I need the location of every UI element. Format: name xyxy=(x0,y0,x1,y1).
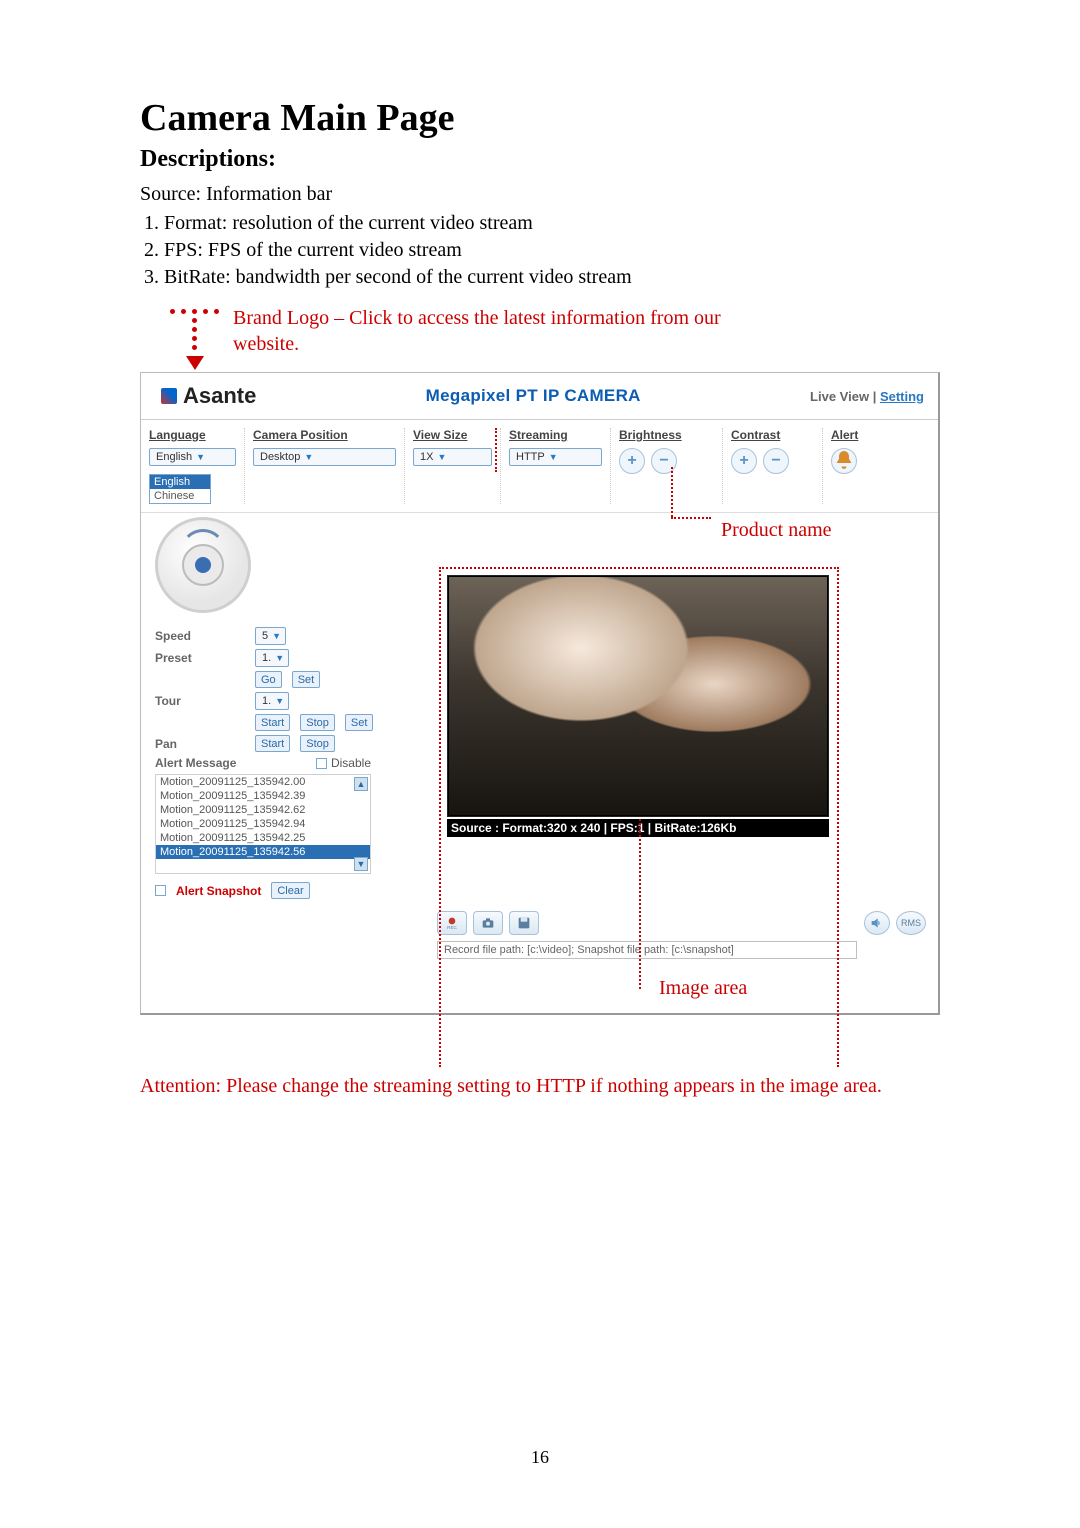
record-button[interactable]: REC xyxy=(437,911,467,935)
pan-label: Pan xyxy=(155,737,245,751)
video-preview xyxy=(447,575,829,817)
preset-label: Preset xyxy=(155,651,245,665)
attention-note: Attention: Please change the streaming s… xyxy=(140,1075,940,1098)
brand-name: Asante xyxy=(183,383,256,409)
alert-list[interactable]: Motion_20091125_135942.00 Motion_2009112… xyxy=(155,774,371,874)
brand-logo[interactable]: Asante xyxy=(161,383,256,409)
language-select[interactable]: English ▼ xyxy=(149,448,236,466)
chevron-down-icon: ▼ xyxy=(275,653,284,663)
alert-message-label: Alert Message xyxy=(155,756,236,770)
brightness-label: Brightness xyxy=(619,428,714,442)
tour-label: Tour xyxy=(155,694,245,708)
list-item[interactable]: Motion_20091125_135942.00 xyxy=(156,775,370,789)
scroll-up-icon[interactable]: ▲ xyxy=(354,777,368,791)
leader-line-icon xyxy=(639,819,641,989)
source-info-bar: Source : Format:320 x 240 | FPS:1 | BitR… xyxy=(447,819,829,837)
list-item: BitRate: bandwidth per second of the cur… xyxy=(164,264,940,291)
nav-setting[interactable]: Setting xyxy=(880,389,924,404)
app-frame: Asante Megapixel PT IP CAMERA Live View … xyxy=(140,372,940,1015)
callout-product-name: Product name xyxy=(721,519,832,542)
contrast-label: Contrast xyxy=(731,428,814,442)
chevron-down-icon: ▼ xyxy=(275,696,284,706)
tour-select[interactable]: 1. ▼ xyxy=(255,692,289,710)
tour-stop-button[interactable]: Stop xyxy=(300,714,335,731)
preset-set-button[interactable]: Set xyxy=(292,671,321,688)
list-item[interactable]: Motion_20091125_135942.25 xyxy=(156,831,370,845)
snapshot-button[interactable] xyxy=(473,911,503,935)
svg-text:REC: REC xyxy=(447,925,457,930)
speaker-icon xyxy=(869,915,885,931)
ptz-dial[interactable] xyxy=(155,517,251,613)
brightness-plus-button[interactable]: + xyxy=(619,448,645,474)
chevron-down-icon: ▼ xyxy=(196,452,205,462)
streaming-select[interactable]: HTTP ▼ xyxy=(509,448,602,466)
camera-position-label: Camera Position xyxy=(253,428,396,442)
streaming-label: Streaming xyxy=(509,428,602,442)
arrow-down-icon xyxy=(186,356,204,370)
view-size-select[interactable]: 1X ▼ xyxy=(413,448,492,466)
pan-start-button[interactable]: Start xyxy=(255,735,290,752)
list-item[interactable]: Motion_20091125_135942.39 xyxy=(156,789,370,803)
bell-icon xyxy=(832,449,856,473)
leader-line-icon xyxy=(671,467,673,517)
logo-note: Brand Logo – Click to access the latest … xyxy=(233,305,773,357)
contrast-minus-button[interactable]: − xyxy=(763,448,789,474)
rms-button[interactable]: RMS xyxy=(896,911,926,935)
camera-icon xyxy=(480,915,496,931)
chevron-down-icon: ▼ xyxy=(304,452,313,462)
path-button[interactable] xyxy=(509,911,539,935)
list-item[interactable]: Motion_20091125_135942.62 xyxy=(156,803,370,817)
image-area-frame: Source : Format:320 x 240 | FPS:1 | BitR… xyxy=(439,567,839,837)
page-number: 16 xyxy=(531,1447,549,1468)
pan-stop-button[interactable]: Stop xyxy=(300,735,335,752)
nav: Live View | Setting xyxy=(810,389,924,404)
language-option-chinese[interactable]: Chinese xyxy=(150,489,210,503)
leader-line-icon xyxy=(495,428,497,472)
nav-live-view[interactable]: Live View xyxy=(810,389,869,404)
camera-position-select[interactable]: Desktop ▼ xyxy=(253,448,396,466)
preset-select[interactable]: 1. ▼ xyxy=(255,649,289,667)
chevron-down-icon: ▼ xyxy=(437,452,446,462)
callout-image-area: Image area xyxy=(659,977,747,1000)
chevron-down-icon: ▼ xyxy=(549,452,558,462)
clear-button[interactable]: Clear xyxy=(271,882,309,899)
chevron-down-icon: ▼ xyxy=(272,631,281,641)
list-item-selected[interactable]: Motion_20091125_135942.56 xyxy=(156,845,370,859)
disable-checkbox[interactable] xyxy=(316,758,327,769)
path-info-box: Record file path: [c:\video]; Snapshot f… xyxy=(437,941,857,959)
list-item[interactable]: Motion_20091125_135942.94 xyxy=(156,817,370,831)
floppy-icon xyxy=(516,915,532,931)
record-icon: REC xyxy=(444,915,460,931)
alert-button[interactable] xyxy=(831,448,857,474)
dial-center-button[interactable] xyxy=(182,544,224,586)
alert-snapshot-checkbox[interactable] xyxy=(155,885,166,896)
lens-icon xyxy=(195,557,211,573)
contrast-plus-button[interactable]: + xyxy=(731,448,757,474)
speed-label: Speed xyxy=(155,629,245,643)
scroll-down-icon[interactable]: ▼ xyxy=(354,857,368,871)
tour-set-button[interactable]: Set xyxy=(345,714,374,731)
page-title: Camera Main Page xyxy=(140,96,940,140)
view-size-label: View Size xyxy=(413,428,492,442)
leader-dots-icon xyxy=(170,309,219,370)
subheading: Descriptions: xyxy=(140,146,940,173)
list-item: FPS: FPS of the current video stream xyxy=(164,237,940,264)
brightness-minus-button[interactable]: − xyxy=(651,448,677,474)
tour-start-button[interactable]: Start xyxy=(255,714,290,731)
product-title: Megapixel PT IP CAMERA xyxy=(426,386,641,406)
language-dropdown-open[interactable]: English Chinese xyxy=(149,474,211,504)
description-list: Format: resolution of the current video … xyxy=(140,210,940,291)
alert-label: Alert xyxy=(831,428,871,442)
speed-select[interactable]: 5 ▼ xyxy=(255,627,286,645)
list-item: Format: resolution of the current video … xyxy=(164,210,940,237)
brand-icon xyxy=(161,388,177,404)
alert-snapshot-label: Alert Snapshot xyxy=(176,884,261,898)
sound-button[interactable] xyxy=(864,911,890,935)
source-label: Source: Information bar xyxy=(140,181,940,208)
language-option-english[interactable]: English xyxy=(150,475,210,489)
preset-go-button[interactable]: Go xyxy=(255,671,282,688)
disable-label: Disable xyxy=(331,756,371,770)
language-label: Language xyxy=(149,428,236,442)
leader-line-icon xyxy=(671,517,711,519)
